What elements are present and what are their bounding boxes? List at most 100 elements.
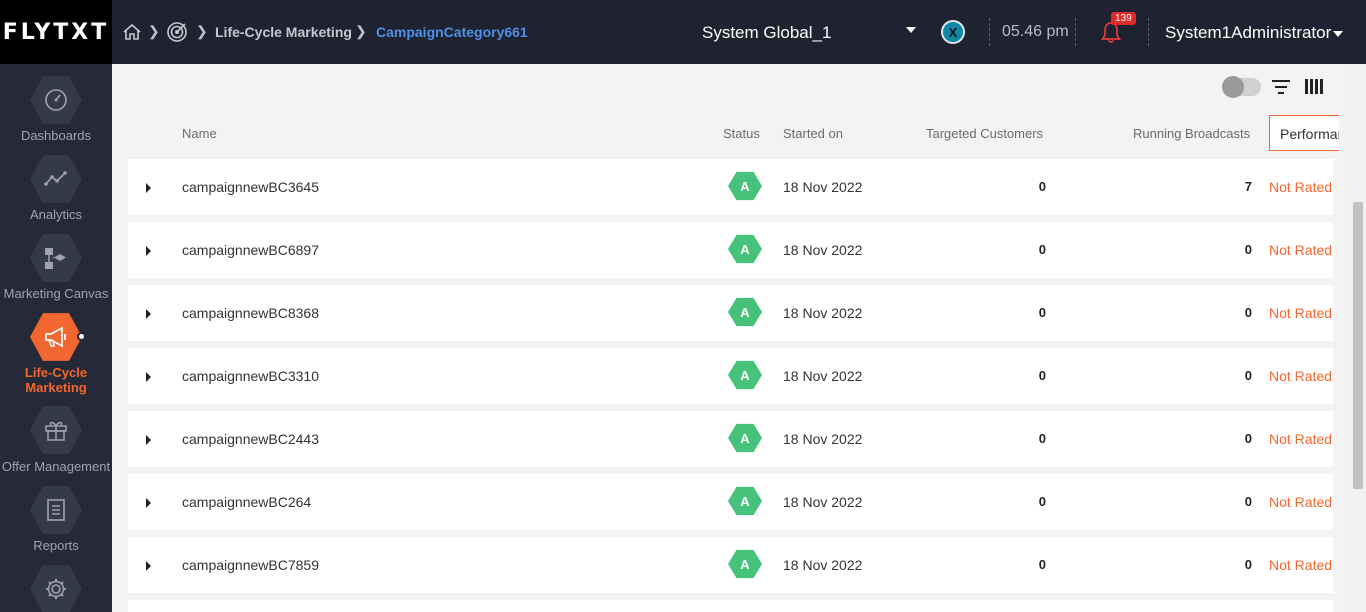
performance-rating: Not Rated xyxy=(1269,242,1333,258)
sidebar-item-offer-management[interactable]: Offer Management xyxy=(0,459,112,474)
megaphone-icon[interactable] xyxy=(30,313,82,361)
column-header-targeted-customers[interactable]: Targeted Customers xyxy=(926,126,1043,141)
campaign-name[interactable]: campaignnewBC3645 xyxy=(182,179,319,195)
performance-rating: Not Rated xyxy=(1269,431,1333,447)
flytxt-logo[interactable]: FLYTXT xyxy=(0,0,112,64)
vertical-scrollbar[interactable] xyxy=(1350,64,1366,612)
columns-icon[interactable] xyxy=(1305,79,1323,94)
column-header-started-on[interactable]: Started on xyxy=(783,126,843,141)
filter-icon[interactable] xyxy=(1272,80,1290,94)
chevron-right-icon: ❯ xyxy=(148,23,160,39)
campaign-name[interactable]: campaignnewBC264 xyxy=(182,494,311,510)
sidebar-item-marketing-canvas[interactable]: Marketing Canvas xyxy=(0,286,112,301)
campaign-name[interactable]: campaignnewBC8368 xyxy=(182,305,319,321)
speedometer-icon[interactable] xyxy=(30,76,82,124)
started-date: 18 Nov 2022 xyxy=(783,494,863,510)
top-bar: FLYTXT ❯ ❯ Life-Cycle Marketing ❯ Campai… xyxy=(0,0,1366,64)
divider xyxy=(989,18,990,46)
chevron-right-icon: ❯ xyxy=(196,23,208,39)
chevron-down-icon[interactable] xyxy=(1333,31,1343,37)
scrollbar-thumb[interactable] xyxy=(1353,202,1363,489)
column-header-running-broadcasts[interactable]: Running Broadcasts xyxy=(1133,126,1250,141)
home-icon[interactable] xyxy=(122,22,142,42)
performance-rating: Not Rated xyxy=(1269,179,1333,195)
campaign-name[interactable]: campaignnewBC6897 xyxy=(182,242,319,258)
expand-caret-icon[interactable] xyxy=(146,246,151,256)
gift-icon[interactable] xyxy=(30,406,82,454)
breadcrumb-current-category: CampaignCategory661 xyxy=(376,24,528,40)
sidebar-item-reports[interactable]: Reports xyxy=(0,538,112,553)
status-badge: A xyxy=(728,234,762,264)
breadcrumb-lifecycle-marketing[interactable]: Life-Cycle Marketing xyxy=(215,24,352,40)
targeted-count: 0 xyxy=(1038,305,1046,320)
targeted-count: 0 xyxy=(1038,431,1046,446)
notification-badge: 139 xyxy=(1111,12,1136,25)
expand-caret-icon[interactable] xyxy=(146,372,151,382)
document-icon[interactable] xyxy=(30,486,82,534)
running-count: 7 xyxy=(1244,179,1252,194)
settings-gear-icon[interactable] xyxy=(30,565,82,612)
chevron-down-icon[interactable] xyxy=(906,27,916,33)
sidebar-item-lifecycle-marketing[interactable]: Life-Cycle Marketing xyxy=(0,365,112,395)
column-header-performance[interactable]: Performance xyxy=(1269,115,1339,151)
status-badge: A xyxy=(728,171,762,201)
active-indicator-dot xyxy=(77,332,86,341)
expand-caret-icon[interactable] xyxy=(146,435,151,445)
targeted-count: 0 xyxy=(1038,557,1046,572)
target-icon[interactable] xyxy=(166,21,188,43)
clock-time: 05.46 pm xyxy=(1002,23,1069,40)
performance-rating: Not Rated xyxy=(1269,494,1333,510)
sidebar-item-dashboards[interactable]: Dashboards xyxy=(0,128,112,143)
main-content: Name Status Started on Targeted Customer… xyxy=(112,64,1350,612)
targeted-count: 0 xyxy=(1038,179,1046,194)
campaign-name[interactable]: campaignnewBC3310 xyxy=(182,368,319,384)
performance-rating: Not Rated xyxy=(1269,557,1333,573)
divider xyxy=(1148,18,1149,46)
targeted-count: 0 xyxy=(1038,368,1046,383)
campaign-name[interactable]: campaignnewBC7859 xyxy=(182,557,319,573)
running-count: 0 xyxy=(1244,368,1252,383)
status-badge: A xyxy=(728,360,762,390)
column-header-name[interactable]: Name xyxy=(182,126,217,141)
x-app-icon[interactable]: X xyxy=(941,20,965,44)
chevron-right-icon: ❯ xyxy=(355,23,367,39)
started-date: 18 Nov 2022 xyxy=(783,431,863,447)
started-date: 18 Nov 2022 xyxy=(783,368,863,384)
table-row[interactable]: campaignnewBC264 A 18 Nov 2022 0 0 Not R… xyxy=(128,474,1333,530)
sidebar-item-analytics[interactable]: Analytics xyxy=(0,207,112,222)
campaign-name[interactable]: campaignnewBC2443 xyxy=(182,431,319,447)
table-row[interactable]: campaignnewBC2443 A 18 Nov 2022 0 0 Not … xyxy=(128,411,1333,467)
divider xyxy=(1075,18,1076,46)
running-count: 0 xyxy=(1244,242,1252,257)
table-row[interactable]: campaignnewBC3645 A 18 Nov 2022 0 7 Not … xyxy=(128,159,1333,215)
status-badge: A xyxy=(728,297,762,327)
running-count: 0 xyxy=(1244,431,1252,446)
column-header-status[interactable]: Status xyxy=(723,126,760,141)
started-date: 18 Nov 2022 xyxy=(783,242,863,258)
expand-caret-icon[interactable] xyxy=(146,498,151,508)
targeted-count: 0 xyxy=(1038,242,1046,257)
org-selector[interactable]: System Global_1 xyxy=(702,23,831,43)
running-count: 0 xyxy=(1244,494,1252,509)
expand-caret-icon[interactable] xyxy=(146,309,151,319)
running-count: 0 xyxy=(1244,305,1252,320)
started-date: 18 Nov 2022 xyxy=(783,305,863,321)
toggle-knob xyxy=(1222,76,1244,98)
performance-rating: Not Rated xyxy=(1269,305,1333,321)
table-row[interactable]: campaignnewBC7859 A 18 Nov 2022 0 0 Not … xyxy=(128,537,1333,593)
table-row[interactable]: campaignnewBC6897 A 18 Nov 2022 0 0 Not … xyxy=(128,222,1333,278)
line-graph-icon[interactable] xyxy=(30,155,82,203)
status-badge: A xyxy=(728,423,762,453)
running-count: 0 xyxy=(1244,557,1252,572)
flow-canvas-icon[interactable] xyxy=(30,234,82,282)
view-toggle[interactable] xyxy=(1222,76,1261,98)
table-row[interactable]: campaignnewBC3310 A 18 Nov 2022 0 0 Not … xyxy=(128,348,1333,404)
started-date: 18 Nov 2022 xyxy=(783,179,863,195)
table-row-partial xyxy=(128,600,1333,612)
status-badge: A xyxy=(728,549,762,579)
expand-caret-icon[interactable] xyxy=(146,183,151,193)
targeted-count: 0 xyxy=(1038,494,1046,509)
table-row[interactable]: campaignnewBC8368 A 18 Nov 2022 0 0 Not … xyxy=(128,285,1333,341)
expand-caret-icon[interactable] xyxy=(146,561,151,571)
user-menu[interactable]: System1Administrator xyxy=(1165,23,1331,43)
